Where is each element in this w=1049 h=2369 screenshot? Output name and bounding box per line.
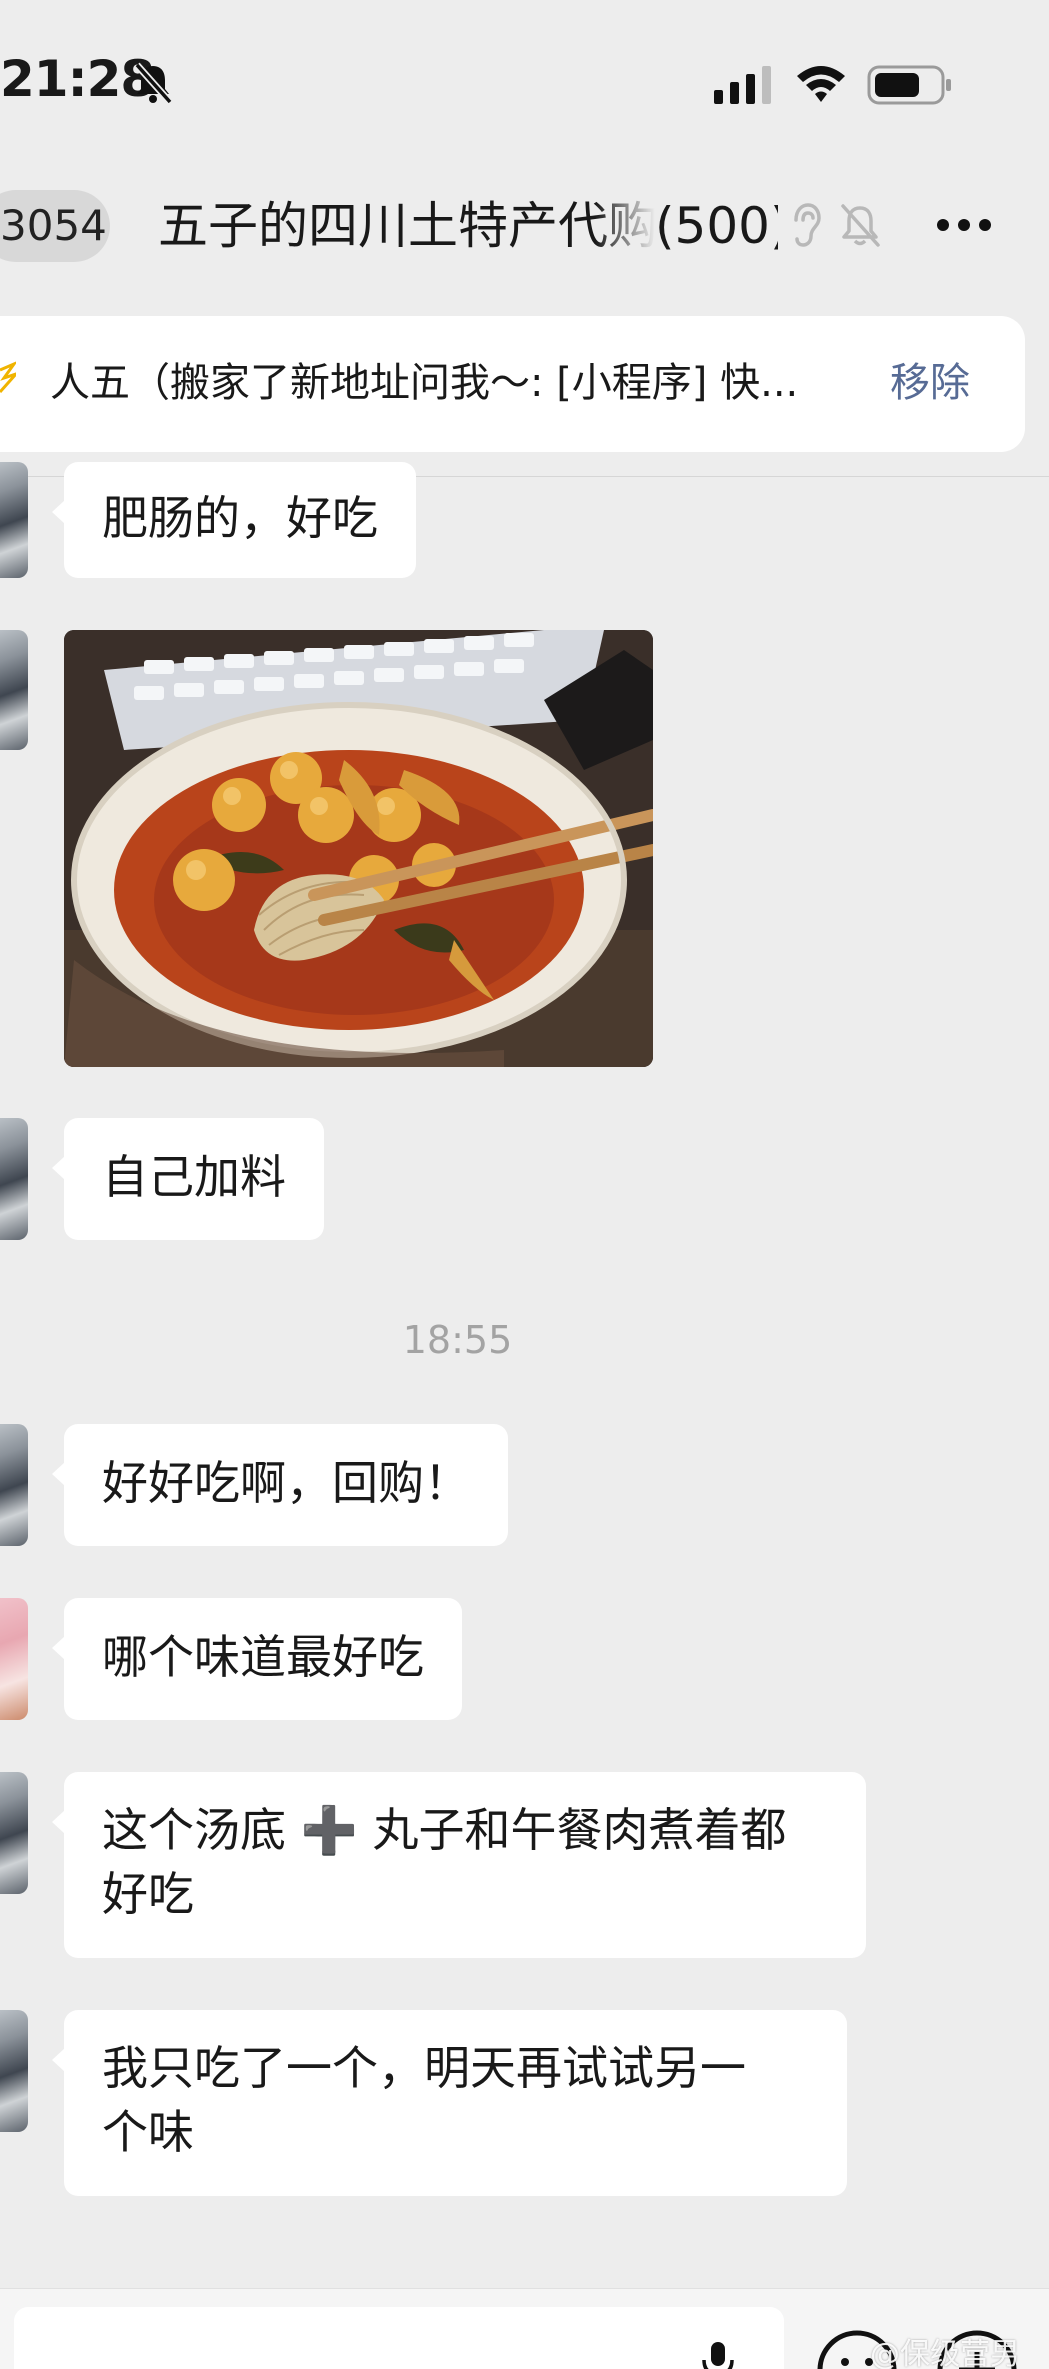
message-text-line: 好吃 [102,1867,194,1921]
status-time: 21:28 [0,50,155,108]
ear-icon [794,203,821,247]
more-icon[interactable] [935,216,993,234]
watermark: @保级营男 [870,2337,1020,2369]
avatar[interactable] [0,1598,28,1720]
bell-off-icon [134,62,173,104]
message-text: 好好吃啊，回购！ [102,1456,470,1510]
message-text-line: 这个汤底 ➕ 丸子和午餐肉煮着都 [102,1803,787,1857]
bell-off-icon [841,204,880,247]
message-bubble[interactable]: 我只吃了一个，明天再试试另一 个味 [52,2010,847,2196]
avatar[interactable] [0,462,28,578]
message-text: 自己加料 [102,1150,286,1204]
avatar[interactable] [0,1118,28,1240]
message-bubble[interactable]: 哪个味道最好吃 [52,1598,462,1720]
chat-screen: 21:28 3054 五子的四川土特产代购(500) 人五（搬家了新地址问我～:… [0,0,1049,2369]
message-text-line: 个味 [102,2105,194,2159]
avatar[interactable] [0,1424,28,1546]
wifi-icon [797,66,845,102]
photo-message[interactable] [64,630,653,1067]
battery-icon [867,65,951,105]
message-text: 哪个味道最好吃 [102,1630,424,1684]
message-timestamp: 18:55 [402,1318,513,1362]
message-text-line: 我只吃了一个，明天再试试另一 [102,2041,746,2095]
pinned-message-banner[interactable]: 人五（搬家了新地址问我～: [小程序] 快... 移除 [0,316,1025,452]
member-count: (500) [655,197,778,255]
pinned-message-text: 人五（搬家了新地址问我～: [小程序] 快... [50,360,799,406]
message-bubble[interactable]: 好好吃啊，回购！ [52,1424,508,1546]
message-bubble[interactable]: 这个汤底 ➕ 丸子和午餐肉煮着都 好吃 [52,1772,866,1958]
chat-title: 五子的四川土特产代购(500) [158,194,778,258]
message-text: 肥肠的，好吃 [102,491,378,545]
message-bubble[interactable]: 自己加料 [52,1118,324,1240]
message-bubble[interactable]: 肥肠的，好吃 [52,462,416,578]
avatar[interactable] [0,1772,28,1894]
remove-pin-button[interactable]: 移除 [890,354,970,412]
food-photo [64,630,653,1067]
avatar[interactable] [0,2010,28,2132]
group-name: 五子的四川土特产代购 [158,197,655,255]
message-input[interactable] [14,2307,784,2369]
signal-icon [714,66,771,104]
back-button-unread-count[interactable]: 3054 [0,190,110,262]
microphone-icon[interactable] [700,2340,736,2369]
pin-spark-icon [0,361,16,393]
avatar[interactable] [0,630,28,750]
